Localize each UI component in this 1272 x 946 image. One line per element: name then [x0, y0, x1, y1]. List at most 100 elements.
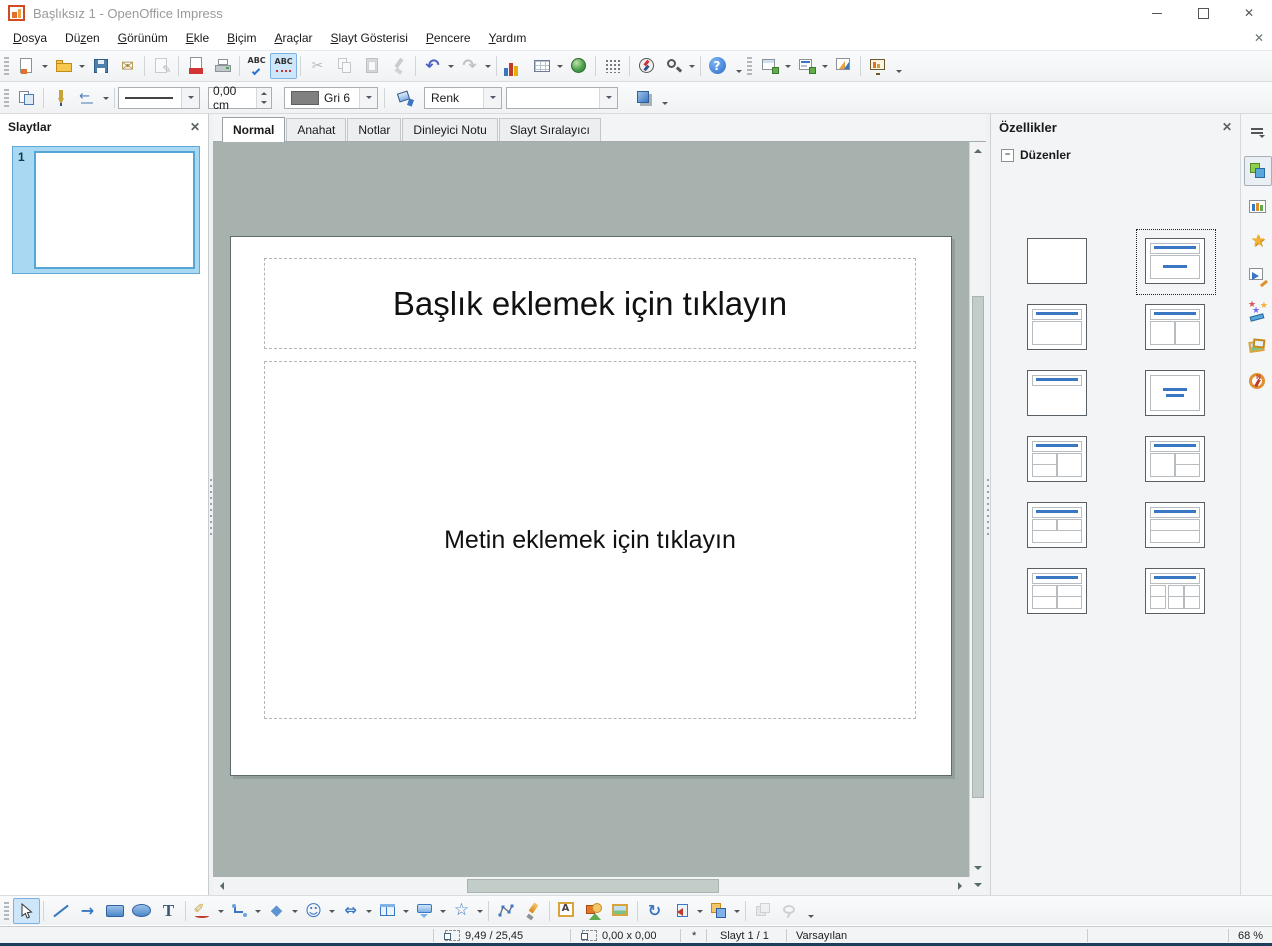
arrange-dropdown[interactable] — [732, 899, 742, 923]
menu-yardim[interactable]: Yardım — [480, 26, 536, 50]
toolbar-grip[interactable] — [4, 57, 9, 75]
slide-layout-dropdown[interactable] — [820, 54, 830, 78]
line-width-spinner[interactable]: 0,00 cm — [208, 87, 272, 109]
minimize-button[interactable] — [1134, 0, 1180, 26]
scroll-right-icon[interactable] — [953, 878, 968, 893]
flowcharts-dropdown[interactable] — [401, 899, 411, 923]
layout-content-over-content[interactable] — [1145, 502, 1205, 548]
rectangle-tool-icon[interactable] — [101, 898, 128, 924]
undo-icon[interactable]: ↶ — [419, 53, 446, 79]
title-placeholder[interactable]: Başlık eklemek için tıklayın — [264, 258, 916, 349]
insert-table-dropdown[interactable] — [555, 54, 565, 78]
menu-araclar[interactable]: Araçlar — [265, 26, 321, 50]
slideshow-icon[interactable] — [864, 53, 891, 79]
line-filling-overflow-icon[interactable] — [659, 84, 671, 112]
fill-color-combo-arrow[interactable] — [599, 88, 617, 108]
paste-icon[interactable] — [358, 53, 385, 79]
toolbar-grip[interactable] — [4, 89, 9, 107]
area-style-icon[interactable] — [391, 85, 418, 111]
symbol-shapes-dropdown[interactable] — [327, 899, 337, 923]
line-width-up-icon[interactable] — [257, 88, 271, 98]
extrusion-icon[interactable] — [749, 898, 776, 924]
layout-title-two-content[interactable] — [1145, 304, 1205, 350]
template-name[interactable]: Varsayılan — [796, 927, 847, 944]
spellcheck-icon[interactable]: ABC — [243, 53, 270, 79]
block-arrows-dropdown[interactable] — [364, 899, 374, 923]
properties-panel-close-icon[interactable]: ✕ — [1222, 120, 1232, 134]
clone-formatting-icon[interactable] — [385, 53, 412, 79]
hyperlink-icon[interactable] — [565, 53, 592, 79]
symbol-shapes-icon[interactable]: ☺ — [300, 898, 327, 924]
sidebar-settings-icon[interactable] — [1244, 122, 1272, 146]
vertical-scrollbar[interactable] — [969, 142, 986, 877]
tab-slayt-siralayici[interactable]: Slayt Sıralayıcı — [499, 118, 601, 141]
flowcharts-icon[interactable] — [374, 898, 401, 924]
copy-icon[interactable] — [331, 53, 358, 79]
sidebar-tab-custom-animation[interactable]: ★ — [1244, 226, 1272, 256]
collapse-section-icon[interactable]: − — [1001, 149, 1014, 162]
sidebar-tab-styles[interactable]: ★★★ — [1244, 296, 1272, 326]
document-close-icon[interactable]: ✕ — [1254, 31, 1264, 45]
menu-ekle[interactable]: Ekle — [177, 26, 218, 50]
shadow-icon[interactable] — [630, 85, 657, 111]
layout-six-content[interactable] — [1145, 568, 1205, 614]
layout-two-content-and-content[interactable] — [1027, 436, 1087, 482]
slide-layout-icon[interactable] — [793, 53, 820, 79]
sidebar-tab-gallery[interactable] — [1244, 332, 1272, 362]
close-button[interactable]: ✕ — [1226, 0, 1272, 26]
gallery-icon[interactable] — [607, 898, 634, 924]
display-grid-icon[interactable] — [599, 53, 626, 79]
styles-and-formatting-icon[interactable] — [13, 85, 40, 111]
navigator-icon[interactable] — [633, 53, 660, 79]
open-dropdown[interactable] — [77, 54, 87, 78]
ellipse-tool-icon[interactable] — [128, 898, 155, 924]
line-style-combo-arrow[interactable] — [181, 88, 199, 108]
layout-content-and-two-content[interactable] — [1145, 436, 1205, 482]
layout-four-content[interactable] — [1027, 568, 1087, 614]
layout-title-content[interactable] — [1027, 304, 1087, 350]
connector-dropdown[interactable] — [253, 899, 263, 923]
presentation-toolbar-overflow-icon[interactable] — [893, 52, 905, 80]
text-tool-icon[interactable]: T — [155, 898, 182, 924]
open-icon[interactable] — [50, 53, 77, 79]
scroll-down-icon[interactable] — [970, 861, 985, 876]
send-email-icon[interactable]: ✉ — [114, 53, 141, 79]
menu-gorunum[interactable]: Görünüm — [109, 26, 177, 50]
edit-points-icon[interactable] — [492, 898, 519, 924]
slide-thumbnail[interactable]: 1 — [12, 146, 200, 274]
menu-pencere[interactable]: Pencere — [417, 26, 480, 50]
line-color-combo[interactable]: Gri 6 — [284, 87, 378, 109]
toolbar-overflow-icon[interactable] — [733, 52, 745, 80]
line-style-combo[interactable] — [118, 87, 200, 109]
presentation-toolbar-grip[interactable] — [747, 57, 752, 75]
stars-icon[interactable]: ☆ — [448, 898, 475, 924]
arrow-tool-icon[interactable]: → — [74, 898, 101, 924]
arrow-style-dropdown[interactable] — [101, 86, 111, 110]
callouts-dropdown[interactable] — [438, 899, 448, 923]
interaction-icon[interactable] — [776, 898, 803, 924]
body-placeholder[interactable]: Metin eklemek için tıklayın — [264, 361, 916, 719]
alignment-dropdown[interactable] — [695, 899, 705, 923]
new-slide-dropdown[interactable] — [783, 54, 793, 78]
vertical-scroll-thumb[interactable] — [972, 296, 984, 798]
menu-bicim[interactable]: Biçim — [218, 26, 265, 50]
layout-title-slide[interactable] — [1145, 238, 1205, 284]
fontwork-icon[interactable]: A — [553, 898, 580, 924]
select-tool-icon[interactable] — [13, 898, 40, 924]
basic-shapes-icon[interactable]: ◆ — [263, 898, 290, 924]
sidebar-tab-navigator[interactable]: N — [1244, 367, 1272, 397]
block-arrows-icon[interactable]: ⇔ — [337, 898, 364, 924]
redo-dropdown[interactable] — [483, 54, 493, 78]
zoom-dropdown[interactable] — [687, 54, 697, 78]
curve-tool-icon[interactable]: ✎ — [189, 898, 216, 924]
corner-scroll-down-icon[interactable] — [970, 878, 985, 893]
print-icon[interactable] — [209, 53, 236, 79]
cut-icon[interactable]: ✂ — [304, 53, 331, 79]
connector-tool-icon[interactable] — [226, 898, 253, 924]
insert-chart-icon[interactable] — [500, 53, 528, 79]
slide-canvas[interactable]: Başlık eklemek için tıklayın Metin eklem… — [213, 142, 969, 877]
insert-table-icon[interactable] — [528, 53, 555, 79]
sidebar-tab-master-pages[interactable] — [1244, 192, 1272, 222]
line-tool-icon[interactable] — [47, 898, 74, 924]
maximize-button[interactable] — [1180, 0, 1226, 26]
